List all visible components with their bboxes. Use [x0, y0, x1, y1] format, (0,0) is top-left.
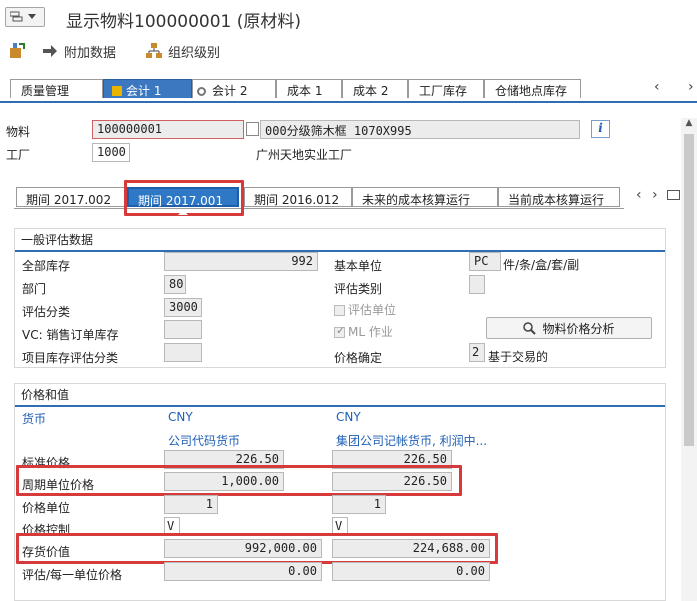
tab-period-2016-012[interactable]: 期间 2016.012	[244, 187, 352, 207]
ml-checkbox-icon: ✓	[334, 324, 346, 338]
period-scroll-left-icon[interactable]: ‹	[636, 187, 642, 203]
scroll-up-icon[interactable]: ▲	[681, 118, 697, 128]
material-price-analysis-button[interactable]: 物料价格分析	[486, 317, 652, 339]
info-icon[interactable]: i	[591, 120, 610, 138]
tab-accounting-1[interactable]: 会计 1	[103, 79, 192, 98]
tab-period-2017-002[interactable]: 期间 2017.002	[16, 187, 126, 207]
vertical-scrollbar[interactable]: ▲	[681, 118, 697, 601]
project-stock-label: 项目库存评估分类	[22, 351, 119, 365]
tab-current-costing[interactable]: 当前成本核算运行	[498, 187, 620, 207]
material-field[interactable]: 100000001	[92, 120, 244, 139]
prices-values-title: 价格和值	[21, 388, 70, 402]
price-determination-description: 基于交易的	[488, 350, 549, 364]
price-unit-2: 1	[332, 495, 386, 514]
general-valuation-title: 一般评估数据	[21, 233, 94, 247]
tab-scroll-right-icon[interactable]: ›	[688, 79, 694, 95]
total-stock-field: 992	[164, 252, 318, 271]
status-icon	[197, 87, 206, 96]
base-unit-description: 件/条/盒/套/副	[503, 258, 580, 272]
copy-icon[interactable]	[246, 122, 259, 136]
change-icon[interactable]	[8, 41, 26, 62]
tab-storage-stock[interactable]: 仓储地点库存	[484, 79, 581, 98]
toolbar: 附加数据 组织级别	[0, 36, 697, 66]
price-determination-label: 价格确定	[334, 351, 383, 365]
tab-costing-1[interactable]: 成本 1	[276, 79, 342, 98]
window-title: 显示物料100000001 (原材料)	[66, 12, 302, 32]
highlight-inventory-value	[16, 533, 498, 564]
plant-label: 工厂	[6, 148, 31, 162]
currency-2: CNY	[336, 410, 361, 424]
view-tabs: 质量管理 会计 1 会计 2 成本 1 成本 2 工厂库存 仓储地点库存 ‹ ›	[0, 75, 697, 101]
tab-scroll-left-icon[interactable]: ‹	[654, 79, 660, 95]
currency-1-description: 公司代码货币	[168, 434, 241, 448]
additional-data-label: 附加数据	[64, 45, 117, 61]
valuation-unit-checkbox-icon	[334, 305, 345, 316]
valuation-category-label: 评估类别	[334, 282, 383, 296]
price-unit-1: 1	[164, 495, 218, 514]
title-bar: 显示物料100000001 (原材料)	[0, 0, 697, 36]
menu-icon	[10, 11, 23, 22]
vc-sales-order-label: VC: 销售订单库存	[22, 328, 119, 342]
price-determination-field: 2	[469, 343, 485, 362]
valuation-per-unit-2: 0.00	[332, 562, 490, 581]
active-tab-pointer	[178, 210, 188, 215]
plant-field[interactable]: 1000	[92, 143, 130, 162]
currency-label: 货币	[22, 412, 47, 426]
org-levels-button[interactable]: 组织级别	[146, 40, 220, 62]
highlight-periodic-price	[16, 465, 462, 496]
ml-checkbox: ✓ ML 作业	[334, 324, 393, 339]
division-label: 部门	[22, 282, 47, 296]
currency-2-description: 集团公司记帐货币, 利润中...	[336, 434, 488, 448]
tab-quality[interactable]: 质量管理	[10, 79, 103, 98]
arrow-right-icon	[43, 45, 57, 57]
tab-costing-2[interactable]: 成本 2	[342, 79, 408, 98]
project-stock-field	[164, 343, 202, 362]
period-scroll-right-icon[interactable]: ›	[652, 187, 658, 203]
division-field: 80	[164, 275, 186, 294]
valuation-per-unit-label: 评估/每一单位价格	[22, 568, 123, 582]
vc-sales-order-field	[164, 320, 202, 339]
tab-list-icon[interactable]	[667, 190, 680, 200]
tab-future-costing[interactable]: 未来的成本核算运行	[352, 187, 498, 207]
general-valuation-group: 一般评估数据	[14, 228, 666, 368]
plant-description: 广州天地实业工厂	[256, 148, 353, 162]
tab-accounting-2[interactable]: 会计 2	[192, 79, 276, 98]
scroll-thumb[interactable]	[684, 134, 694, 446]
chevron-down-icon	[28, 14, 36, 19]
additional-data-button[interactable]: 附加数据	[42, 40, 116, 62]
valuation-class-field: 3000	[164, 298, 202, 317]
base-unit-label: 基本单位	[334, 259, 383, 273]
total-stock-label: 全部库存	[22, 259, 71, 273]
currency-1: CNY	[168, 410, 193, 424]
tab-plant-stock[interactable]: 工厂库存	[408, 79, 484, 98]
period-tabs: 期间 2017.002 期间 2017.001 期间 2016.012 未来的成…	[14, 185, 624, 209]
valuation-per-unit-1: 0.00	[164, 562, 322, 581]
price-unit-label: 价格单位	[22, 501, 71, 515]
valuation-category-field	[469, 275, 485, 294]
magnifier-icon	[523, 321, 537, 335]
menu-button[interactable]	[5, 7, 45, 27]
base-unit-field: PC	[469, 252, 501, 271]
tab-underline	[0, 101, 697, 103]
material-description: 000分级筛木框 1070X995	[260, 120, 580, 139]
valuation-unit-checkbox: 评估单位	[334, 301, 396, 318]
accounting-icon	[112, 86, 122, 96]
valuation-class-label: 评估分类	[22, 305, 71, 319]
material-label: 物料	[6, 125, 31, 139]
org-structure-icon	[146, 43, 162, 58]
org-levels-label: 组织级别	[168, 45, 221, 61]
